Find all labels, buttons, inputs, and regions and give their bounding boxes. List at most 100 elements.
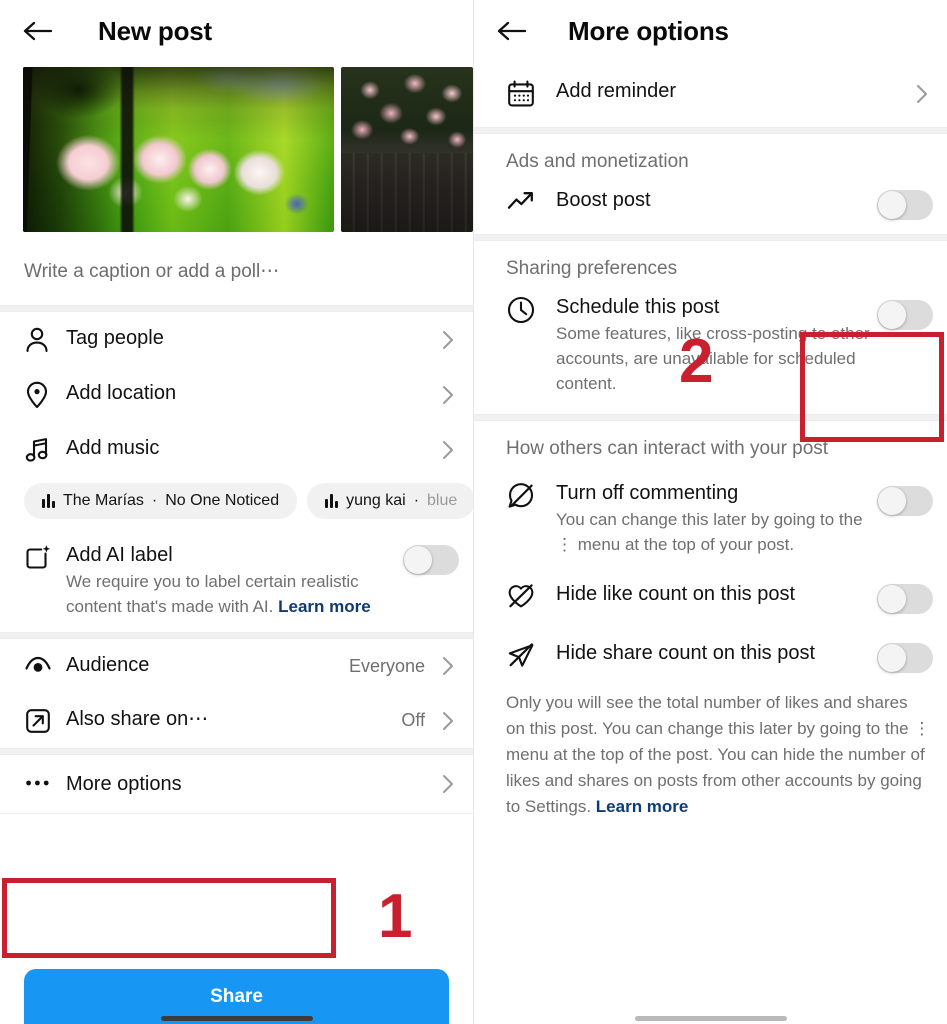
section-divider bbox=[0, 748, 473, 755]
section-title-ads: Ads and monetization bbox=[506, 151, 689, 172]
music-suggestion-pill[interactable]: yung kai · blue bbox=[307, 483, 473, 519]
chevron-right-icon bbox=[911, 83, 933, 105]
music-separator: · bbox=[413, 492, 420, 509]
row-add-music[interactable]: Add music bbox=[0, 422, 473, 477]
calendar-icon bbox=[506, 78, 556, 109]
row-add-ai-label[interactable]: Add AI label We require you to label cer… bbox=[0, 529, 473, 632]
row-body: Tag people bbox=[66, 325, 437, 351]
row-body: Hide share count on this post bbox=[556, 640, 877, 666]
section-divider bbox=[474, 414, 947, 421]
row-hide-share-count[interactable]: Hide share count on this post bbox=[474, 626, 947, 680]
section-divider bbox=[474, 234, 947, 241]
row-hide-like-count[interactable]: Hide like count on this post bbox=[474, 567, 947, 626]
row-body: Audience bbox=[66, 652, 349, 678]
row-body: Turn off commenting You can change this … bbox=[556, 480, 877, 557]
more-options-panel: More options Add reminder Ads and moneti… bbox=[473, 0, 947, 1024]
section-divider bbox=[0, 632, 473, 639]
row-body: Also share on⋯ bbox=[66, 706, 401, 732]
audio-bars-icon bbox=[325, 494, 339, 508]
home-indicator bbox=[634, 1016, 787, 1021]
music-separator: · bbox=[151, 492, 158, 509]
row-label: More options bbox=[66, 773, 182, 795]
music-suggestion-pill[interactable]: The Marías · No One Noticed bbox=[24, 483, 298, 519]
back-arrow-icon[interactable] bbox=[22, 14, 62, 48]
music-suggestion-list: The Marías · No One Noticed yung kai · b… bbox=[0, 477, 473, 529]
row-label: Add AI label bbox=[66, 544, 173, 566]
row-label: Tag people bbox=[66, 327, 164, 349]
row-body: Add music bbox=[66, 435, 437, 461]
row-schedule-post[interactable]: Schedule this post Some features, like c… bbox=[474, 286, 947, 414]
row-tag-people[interactable]: Tag people bbox=[0, 312, 473, 367]
row-label: Boost post bbox=[556, 189, 651, 211]
row-body: Add location bbox=[66, 380, 437, 406]
row-add-reminder[interactable]: Add reminder bbox=[474, 62, 947, 127]
boost-post-toggle[interactable] bbox=[877, 190, 933, 220]
media-thumbnail-1[interactable] bbox=[23, 67, 334, 232]
row-body: Boost post bbox=[556, 187, 877, 213]
row-label: Add music bbox=[66, 437, 160, 459]
music-artist: yung kai bbox=[346, 492, 406, 509]
ai-label-toggle[interactable] bbox=[403, 545, 459, 575]
schedule-post-toggle[interactable] bbox=[877, 300, 933, 330]
share-off-icon bbox=[506, 640, 556, 669]
row-label: Audience bbox=[66, 654, 150, 676]
row-also-share-on[interactable]: Also share on⋯ Off bbox=[0, 693, 473, 748]
row-body: Add AI label We require you to label cer… bbox=[66, 542, 403, 619]
share-box-icon bbox=[24, 706, 66, 735]
more-options-header: More options bbox=[474, 0, 947, 62]
chevron-right-icon bbox=[437, 384, 459, 406]
row-description: Some features, like cross-posting to oth… bbox=[556, 324, 870, 393]
chevron-right-icon bbox=[437, 655, 459, 677]
row-label: Turn off commenting bbox=[556, 482, 739, 504]
row-turn-off-commenting[interactable]: Turn off commenting You can change this … bbox=[474, 466, 947, 567]
music-track: No One Noticed bbox=[165, 492, 280, 509]
row-add-location[interactable]: Add location bbox=[0, 367, 473, 422]
hide-share-count-toggle[interactable] bbox=[877, 643, 933, 673]
person-icon bbox=[24, 325, 66, 354]
section-divider bbox=[0, 305, 473, 312]
media-thumbnail-strip[interactable] bbox=[0, 62, 473, 234]
chevron-right-icon bbox=[437, 329, 459, 351]
section-title-interaction: How others can interact with your post bbox=[506, 438, 829, 459]
hide-like-count-toggle[interactable] bbox=[877, 584, 933, 614]
row-audience[interactable]: Audience Everyone bbox=[0, 639, 473, 693]
heart-off-icon bbox=[506, 581, 556, 610]
row-label: Hide share count on this post bbox=[556, 642, 816, 664]
back-arrow-icon[interactable] bbox=[496, 14, 536, 48]
row-body: Schedule this post Some features, like c… bbox=[556, 294, 877, 396]
row-body: Add reminder bbox=[556, 78, 911, 104]
media-thumbnail-2[interactable] bbox=[341, 67, 473, 232]
music-track: blue bbox=[427, 492, 458, 509]
page-title: New post bbox=[98, 15, 212, 46]
row-divider bbox=[0, 813, 473, 814]
trend-arrow-icon bbox=[506, 187, 556, 214]
new-post-header: New post bbox=[0, 0, 473, 62]
eye-icon bbox=[24, 652, 66, 679]
row-description: We require you to label certain realisti… bbox=[66, 569, 403, 619]
location-pin-icon bbox=[24, 380, 66, 409]
clock-icon bbox=[506, 294, 556, 325]
music-note-icon bbox=[24, 435, 66, 464]
chevron-right-icon bbox=[437, 773, 459, 795]
comment-off-icon bbox=[506, 480, 556, 511]
row-label: Also share on⋯ bbox=[66, 708, 209, 730]
screenshot-root: New post Write a caption or add a poll⋯ … bbox=[0, 0, 947, 1024]
row-label: Add location bbox=[66, 382, 177, 404]
chevron-right-icon bbox=[437, 439, 459, 461]
caption-input[interactable]: Write a caption or add a poll⋯ bbox=[0, 234, 473, 305]
row-more-options[interactable]: More options bbox=[0, 755, 473, 813]
audio-bars-icon bbox=[42, 494, 55, 508]
row-body: Hide like count on this post bbox=[556, 581, 877, 607]
row-label: Schedule this post bbox=[556, 296, 720, 318]
row-boost-post[interactable]: Boost post bbox=[474, 179, 947, 234]
learn-more-link[interactable]: Learn more bbox=[278, 597, 371, 616]
section-divider bbox=[474, 127, 947, 134]
turn-off-commenting-toggle[interactable] bbox=[877, 486, 933, 516]
chevron-right-icon bbox=[437, 710, 459, 732]
row-label: Hide like count on this post bbox=[556, 583, 796, 605]
new-post-panel: New post Write a caption or add a poll⋯ … bbox=[0, 0, 473, 1024]
row-description: You can change this later by going to th… bbox=[556, 510, 863, 554]
learn-more-link[interactable]: Learn more bbox=[596, 797, 689, 816]
row-label: Add reminder bbox=[556, 80, 677, 102]
page-title: More options bbox=[568, 15, 729, 46]
